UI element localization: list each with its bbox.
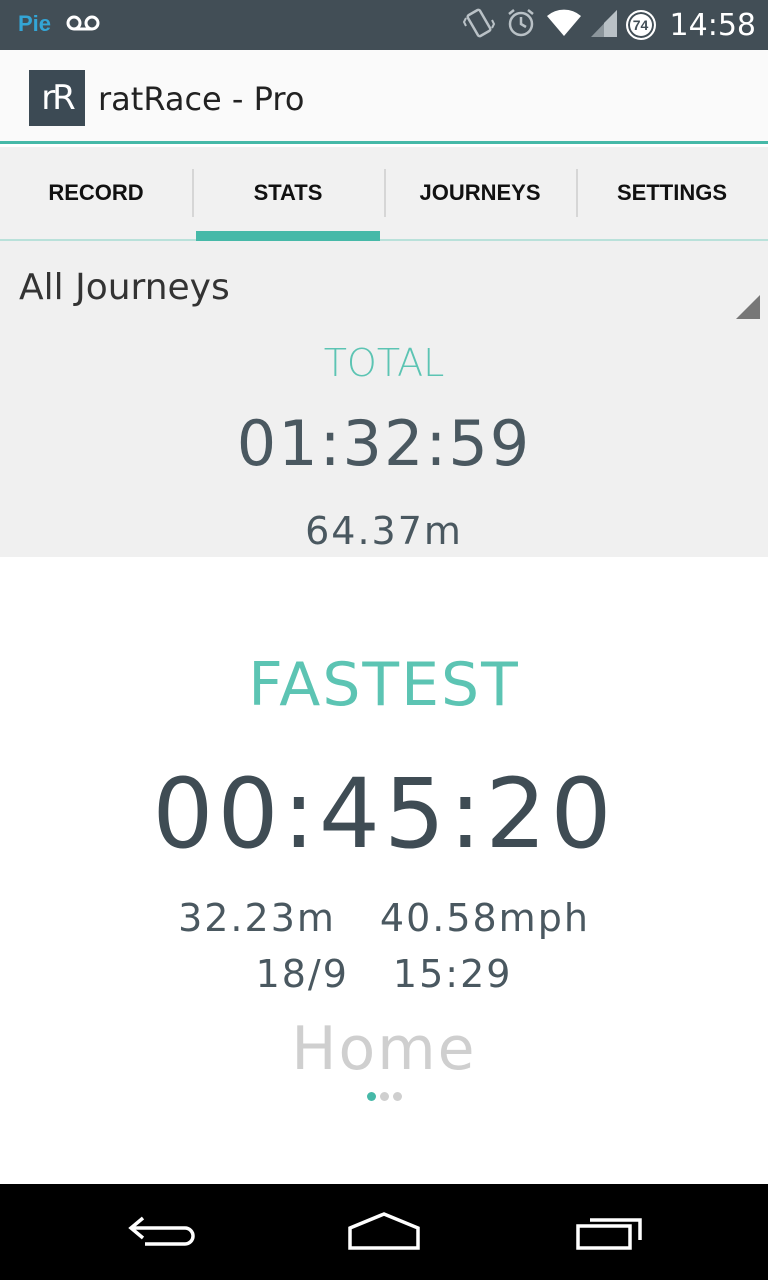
carrier-label: Pie [18,11,52,36]
system-nav-bar [0,1184,768,1280]
wifi-icon [546,8,582,42]
tab-stats[interactable]: STATS [192,147,384,241]
home-icon[interactable] [344,1210,424,1254]
app-logo[interactable]: rR [29,70,85,126]
page-indicator [0,1092,768,1101]
tab-record[interactable]: RECORD [0,147,192,239]
battery-icon: 74 [625,10,656,40]
recents-icon[interactable] [570,1210,650,1254]
total-time: 01:32:59 [236,407,532,480]
signal-icon [590,8,618,42]
dropdown-arrow-icon [736,295,760,319]
fastest-date-row: 18/9 15:29 [0,952,768,996]
status-clock: 14:58 [669,7,756,43]
journey-filter-dropdown[interactable]: All Journeys [0,241,768,331]
voicemail-icon [66,12,100,38]
fastest-distance-speed-row: 32.23m 40.58mph [0,896,768,940]
fastest-date: 18/9 [255,952,349,996]
fastest-speed: 40.58mph [379,896,590,940]
vibrate-icon [462,6,496,44]
fastest-distance: 32.23m [178,896,336,940]
fastest-time: 00:45:20 [152,758,616,870]
journey-filter-value: All Journeys [19,267,230,308]
total-distance: 64.37m [305,509,463,553]
fastest-start-time: 15:29 [392,952,513,996]
page-dot [392,1092,402,1101]
total-heading: TOTAL [323,341,445,385]
tab-settings[interactable]: SETTINGS [576,147,768,239]
tab-bar: RECORD STATS JOURNEYS SETTINGS [0,147,768,241]
app-bar: rR ratRace - Pro [0,50,768,144]
page-dot [379,1092,389,1101]
back-icon[interactable] [120,1210,200,1254]
fastest-journey-name: Home [291,1014,477,1084]
fastest-heading: FASTEST [248,650,520,720]
app-title: ratRace - Pro [98,80,305,118]
alarm-icon [504,6,538,44]
total-section: All Journeys TOTAL 01:32:59 64.37m [0,241,768,557]
tab-journeys[interactable]: JOURNEYS [384,147,576,239]
status-bar: Pie 74 14:58 [0,0,768,50]
page-dot-active [366,1092,376,1101]
